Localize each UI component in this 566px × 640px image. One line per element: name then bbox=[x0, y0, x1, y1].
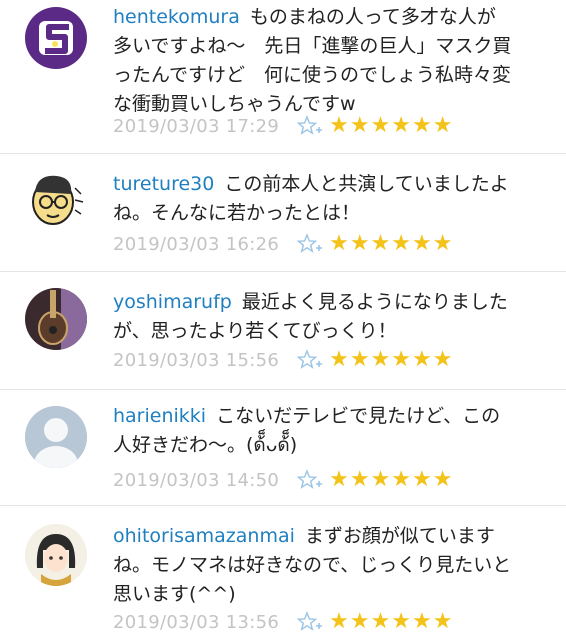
star-plus-icon bbox=[297, 233, 323, 253]
star-plus-icon bbox=[297, 611, 323, 631]
add-favorite-button[interactable] bbox=[297, 115, 323, 137]
avatar[interactable] bbox=[25, 406, 87, 468]
comment-item: ohitorisamazanmai まずお顔が似ていますね。モノマネは好きなので、… bbox=[0, 506, 566, 640]
star-rating: ★★★★★★ bbox=[329, 113, 454, 138]
star-rating: ★★★★★★ bbox=[329, 347, 454, 372]
username-link[interactable]: hentekomura bbox=[113, 6, 240, 28]
username-link[interactable]: harienikki bbox=[113, 405, 206, 427]
cartoon-face-avatar-icon bbox=[25, 168, 87, 230]
add-favorite-button[interactable] bbox=[297, 469, 323, 491]
add-favorite-button[interactable] bbox=[297, 611, 323, 633]
timestamp: 2019/03/03 14:50 bbox=[113, 469, 280, 491]
logo-avatar-icon bbox=[25, 7, 87, 69]
comment-item: hentekomura ものまねの人って多才な人が多いですよね〜 先日「進撃の巨人… bbox=[0, 0, 566, 154]
timestamp: 2019/03/03 16:26 bbox=[113, 233, 280, 255]
add-favorite-button[interactable] bbox=[297, 349, 323, 371]
guitar-avatar-icon bbox=[25, 288, 87, 350]
star-rating: ★★★★★★ bbox=[329, 467, 454, 492]
comment-item: tureture30 この前本人と共演していましたよね。そんなに若かったとは！ 2… bbox=[0, 154, 566, 272]
comment-list: hentekomura ものまねの人って多才な人が多いですよね〜 先日「進撃の巨人… bbox=[0, 0, 566, 640]
star-rating: ★★★★★★ bbox=[329, 231, 454, 256]
add-favorite-button[interactable] bbox=[297, 233, 323, 255]
avatar[interactable] bbox=[25, 7, 87, 69]
comment-item: yoshimarufp 最近よく見るようになりましたが、思ったより若くてびっくり！… bbox=[0, 272, 566, 390]
avatar[interactable] bbox=[25, 524, 87, 586]
star-plus-icon bbox=[297, 469, 323, 489]
star-rating: ★★★★★★ bbox=[329, 609, 454, 634]
comment-item: harienikki こないだテレビで見たけど、この人好きだわ〜。(ด้็ᴗด้็… bbox=[0, 390, 566, 506]
default-person-avatar-icon bbox=[25, 406, 87, 468]
username-link[interactable]: ohitorisamazanmai bbox=[113, 525, 295, 547]
avatar[interactable] bbox=[25, 288, 87, 350]
anime-girl-avatar-icon bbox=[25, 524, 87, 586]
username-link[interactable]: yoshimarufp bbox=[113, 291, 232, 313]
username-link[interactable]: tureture30 bbox=[113, 173, 214, 195]
star-plus-icon bbox=[297, 349, 323, 369]
timestamp: 2019/03/03 15:56 bbox=[113, 349, 280, 371]
star-plus-icon bbox=[297, 115, 323, 135]
timestamp: 2019/03/03 13:56 bbox=[113, 611, 280, 633]
avatar[interactable] bbox=[25, 168, 87, 230]
timestamp: 2019/03/03 17:29 bbox=[113, 115, 280, 137]
